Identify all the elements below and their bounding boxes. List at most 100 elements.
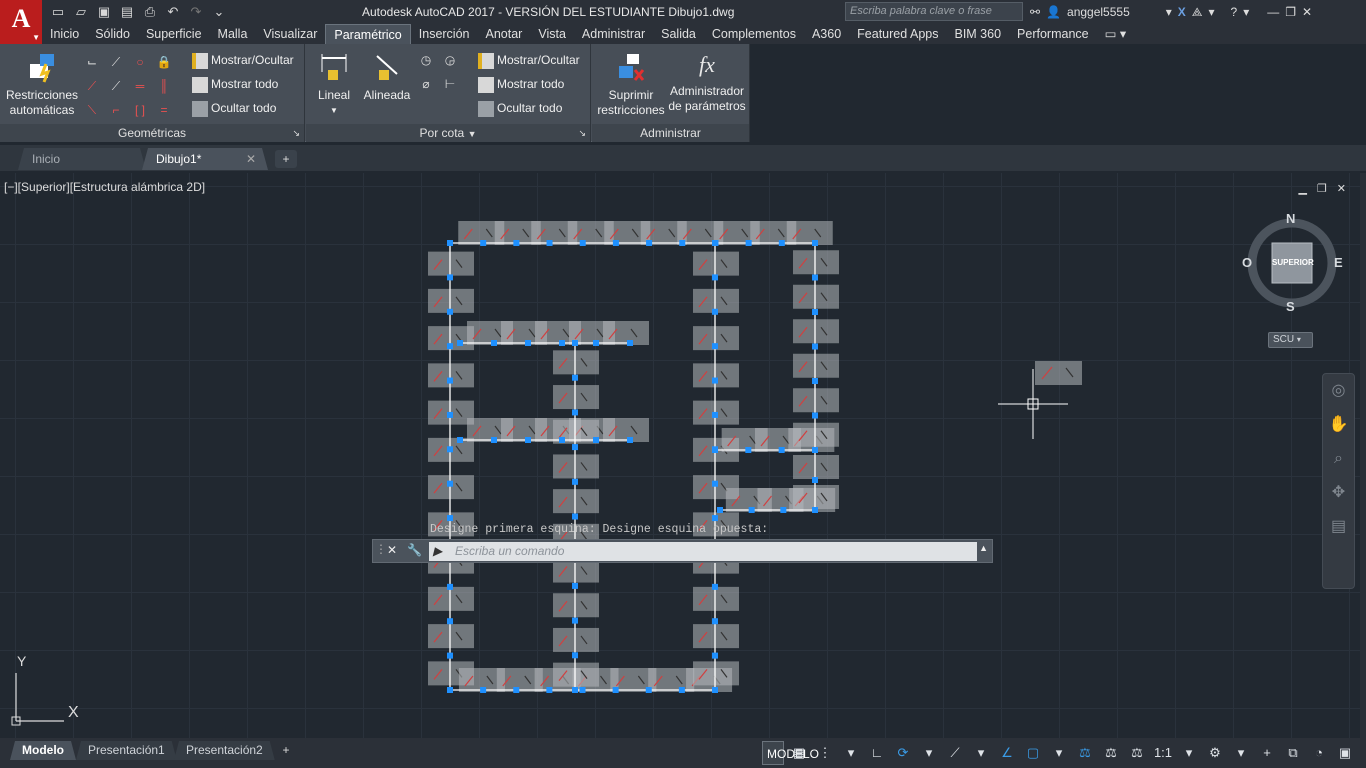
ribbon-tab-bim-360[interactable]: BIM 360 [946,24,1009,44]
horizontal-icon[interactable]: ═ [132,78,148,94]
chevron-up-icon[interactable]: ▲ [979,543,988,553]
doc-tab-dibujo1[interactable]: Dibujo1* ✕ [142,148,268,170]
command-input[interactable]: ▶ Escriba un comando [429,542,977,561]
fix-icon[interactable]: 🔒 [156,54,172,70]
ribbon-tab-vista[interactable]: Vista [530,24,574,44]
chevron-down-icon[interactable]: ▾ [840,741,862,765]
pan-icon[interactable]: ✋ [1323,408,1354,442]
diameter-icon[interactable]: ⌀ [418,76,434,92]
ribbon-tab-a360[interactable]: A360 [804,24,849,44]
snap-icon[interactable]: ⋮ [814,741,836,765]
convert-icon[interactable]: ⊢ [442,76,458,92]
ucs-menu-button[interactable]: SCU ▾ [1268,332,1313,348]
help-icon[interactable]: ? [1231,5,1238,19]
showmotion-icon[interactable]: ▤ [1323,510,1354,544]
grid-icon[interactable]: ▦ [788,741,810,765]
chevron-down-icon[interactable]: ▾ [1243,5,1249,19]
zoom-icon[interactable]: ⌕ [1323,442,1354,476]
ribbon-tab-superficie[interactable]: Superficie [138,24,210,44]
user-icon[interactable]: 👤 [1046,5,1061,19]
dim-show-hide-button[interactable]: Mostrar/Ocultar [478,53,580,69]
isodraft-icon[interactable]: ⟋ [944,741,966,765]
layout-tab-presentacion2[interactable]: Presentación2 [174,741,275,760]
layout-tab-modelo[interactable]: Modelo [10,741,76,760]
redo-icon[interactable]: ↷ [186,2,206,22]
ribbon-tab-param-trico[interactable]: Paramétrico [325,24,411,44]
fullscreen-icon[interactable]: ⤢ [1360,741,1366,765]
compass-east[interactable]: E [1334,255,1343,270]
workspace-dropdown-icon[interactable]: ⌄ [209,2,229,22]
radius-icon[interactable]: ◶ [442,52,458,68]
print-icon[interactable]: ⎙ [140,2,160,22]
collinear-icon[interactable]: ⟋ [108,54,124,70]
isolate-objects-icon[interactable]: ⧉ [1282,741,1304,765]
viewcube-face-top[interactable]: SUPERIOR [1272,258,1314,267]
ribbon-display-toggle-icon[interactable]: ▭ ▾ [1097,24,1135,44]
concentric-icon[interactable]: ○ [132,54,148,70]
plus-icon[interactable]: + [1256,741,1278,765]
ribbon-tab-inserci-n[interactable]: Inserción [411,24,478,44]
viewcube[interactable]: SUPERIOR N S E O [1242,211,1343,315]
object-snap-tracking-icon[interactable]: ∠ [996,741,1018,765]
close-icon[interactable]: ✕ [1302,5,1312,19]
dialog-launcher-icon[interactable]: ↘ [292,124,300,142]
object-snap-icon[interactable]: ▢ [1022,741,1044,765]
clean-screen-icon[interactable]: ▣ [1334,741,1356,765]
app-menu-button[interactable]: A ▼ [0,0,42,44]
ribbon-tab-featured-apps[interactable]: Featured Apps [849,24,946,44]
linear-dim-button[interactable]: Lineal ▼ [312,52,356,118]
auto-scale-icon[interactable]: ⚖ [1100,741,1122,765]
parallel-icon[interactable]: ⟋ [84,78,100,94]
minimize-icon[interactable]: — [1267,5,1279,19]
restore-icon[interactable]: ❐ [1285,5,1296,19]
perpendicular-icon[interactable]: ⟋ [108,78,124,94]
aligned-dim-button[interactable]: Alineada [360,52,414,103]
chevron-down-icon[interactable]: ▾ [1166,5,1172,19]
gear-icon[interactable]: ⚙ [1204,741,1226,765]
steering-wheel-icon[interactable]: ◎ [1323,374,1354,408]
annotation-scale-icon[interactable]: ⚖ [1126,741,1148,765]
ribbon-tab-malla[interactable]: Malla [210,24,256,44]
compass-north[interactable]: N [1286,211,1295,226]
undo-icon[interactable]: ↶ [163,2,183,22]
geo-show-hide-button[interactable]: Mostrar/Ocultar [192,53,294,69]
user-name[interactable]: anggel5555 [1067,5,1130,19]
close-icon[interactable]: ✕ [246,148,256,170]
ribbon-tab-performance[interactable]: Performance [1009,24,1097,44]
doc-tab-inicio[interactable]: Inicio [18,148,146,170]
viewport-scrollbar[interactable] [1360,173,1366,738]
ribbon-tab-s-lido[interactable]: Sólido [87,24,138,44]
a360-icon[interactable]: ⟁ [1192,5,1203,20]
parameters-manager-button[interactable]: fx Administrador de parámetros [666,52,748,114]
annotation-visibility-icon[interactable]: ⚖ [1074,741,1096,765]
ribbon-tab-complementos[interactable]: Complementos [704,24,804,44]
chevron-down-icon[interactable]: ▾ [1230,741,1252,765]
polar-icon[interactable]: ⟳ [892,741,914,765]
wrench-icon[interactable]: 🔧 [407,543,422,557]
search-input[interactable]: Escriba palabra clave o frase [845,2,1023,21]
open-icon[interactable]: ▱ [71,2,91,22]
geo-show-all-button[interactable]: Mostrar todo [192,77,278,93]
compass-west[interactable]: O [1242,255,1252,270]
chevron-down-icon[interactable]: ▾ [970,741,992,765]
auto-constrain-button[interactable]: Restricciones automáticas [4,50,80,118]
geo-hide-all-button[interactable]: Ocultar todo [192,101,276,117]
model-space-button[interactable]: MODELO [762,741,819,765]
symmetric-icon[interactable]: [ ] [132,102,148,118]
drawing-viewport[interactable]: [−][Superior][Estructura alámbrica 2D] ▁… [0,173,1360,738]
compass-south[interactable]: S [1286,299,1295,314]
chevron-down-icon[interactable]: ▾ [918,741,940,765]
hardware-acceleration-icon[interactable]: ◔ [1308,741,1330,765]
new-icon[interactable]: ▭ [48,2,68,22]
save-icon[interactable]: ▣ [94,2,114,22]
chevron-down-icon[interactable]: ▾ [1178,741,1200,765]
dim-hide-all-button[interactable]: Ocultar todo [478,101,562,117]
chevron-down-icon[interactable]: ▾ [1048,741,1070,765]
close-icon[interactable]: ✕ [387,543,397,557]
exchange-icon[interactable]: X [1178,5,1186,19]
coincident-icon[interactable]: ⌙ [84,54,100,70]
tangent-icon[interactable]: ⟍ [84,102,100,118]
ribbon-tab-inicio[interactable]: Inicio [42,24,87,44]
orbit-icon[interactable]: ✥ [1323,476,1354,510]
ortho-icon[interactable]: ∟ [866,741,888,765]
